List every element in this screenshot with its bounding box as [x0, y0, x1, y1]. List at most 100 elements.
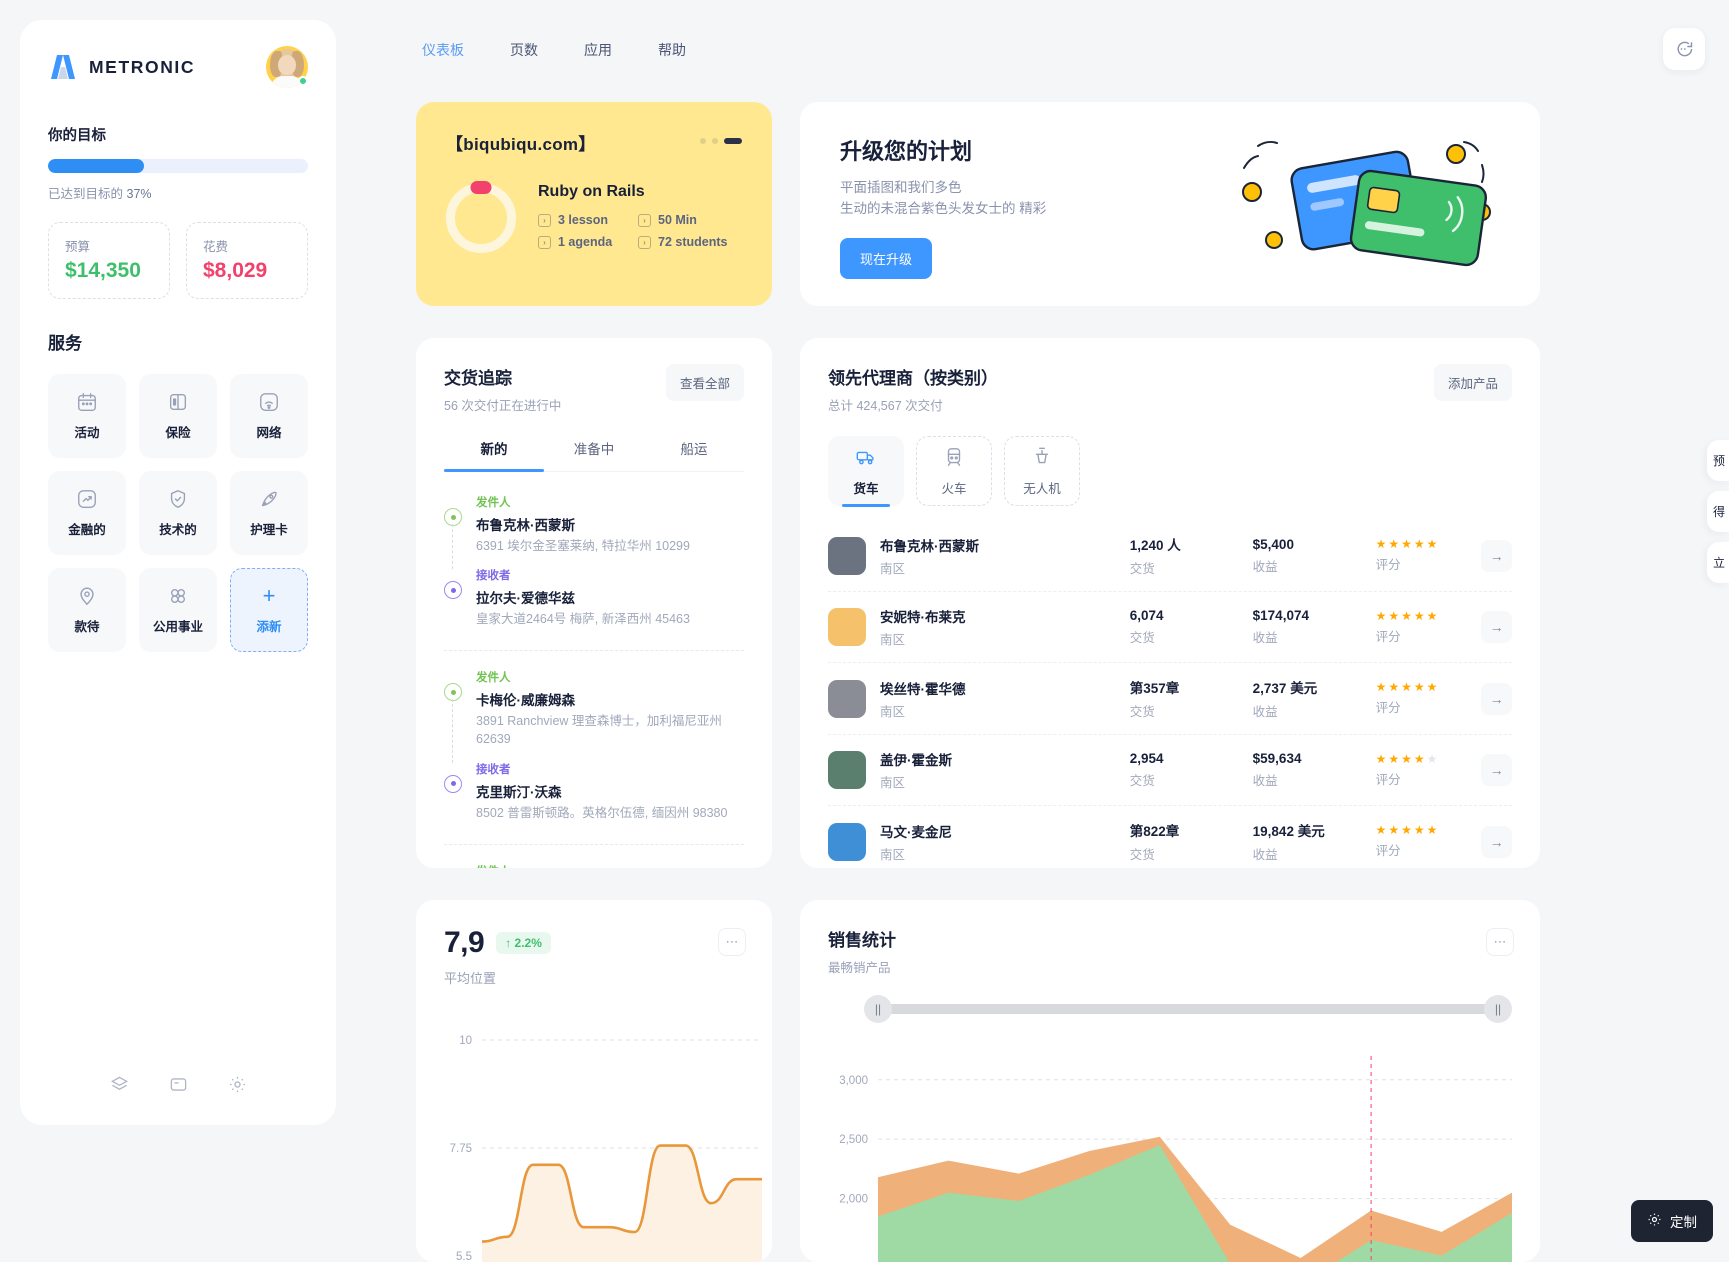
customize-button[interactable]: 定制 [1631, 1200, 1713, 1242]
chevron-right-icon: › [538, 213, 551, 227]
course-meta-3: › 72 students [638, 235, 727, 249]
agent-deliveries-value: 2,954 [1129, 751, 1164, 766]
location-pin-icon [76, 585, 98, 607]
sales-statistics-card: 销售统计 最畅销产品 ⋯ || || 3,000 2,500 2,000 [800, 900, 1540, 1262]
carousel-dots[interactable] [700, 138, 742, 144]
agents-subtitle: 总计 424,567 次交付 [828, 399, 943, 413]
upgrade-now-button[interactable]: 现在升级 [840, 237, 933, 279]
arrow-right-icon[interactable]: → [1481, 682, 1512, 715]
service-tile-8[interactable]: + 添新 [230, 568, 308, 652]
service-tile-4[interactable]: 技术的 [139, 471, 217, 555]
chat-bubble-icon[interactable] [1663, 28, 1705, 70]
customize-label: 定制 [1670, 1215, 1697, 1230]
delivery-recv-row: 接收者 拉尔夫·爱德华兹 皇家大道2464号 梅萨, 新泽西州 45463 [444, 565, 744, 638]
delivery-tab-2[interactable]: 船运 [644, 438, 744, 471]
agent-rating-caption: 评分 [1375, 844, 1401, 858]
carousel-dot-1[interactable] [700, 138, 706, 144]
dots-horizontal-icon[interactable]: ⋯ [1486, 928, 1514, 956]
brand-name: METRONIC [89, 56, 196, 77]
service-tile-7[interactable]: 公用事业 [139, 568, 217, 652]
agent-revenue-caption: 收益 [1252, 848, 1278, 862]
nav-item-3[interactable]: 帮助 [652, 36, 692, 64]
slider-handle-right[interactable]: || [1484, 995, 1512, 1023]
wallet-cards-illustration [1214, 120, 1514, 290]
chevron-right-icon: › [538, 235, 551, 249]
course-meta-label: 72 students [658, 235, 728, 249]
brand[interactable]: METRONIC [48, 53, 195, 81]
slider-track [878, 1004, 1498, 1014]
peek-item-3[interactable]: 立 [1707, 542, 1729, 583]
table-row: 马文·麦金尼 南区 第822章 交货 19,842 美元 收益 ★ ★ ★ ★ ★ 评分 → [828, 806, 1512, 877]
carousel-dot-3-active[interactable] [724, 138, 742, 144]
nav-item-0[interactable]: 仪表板 [416, 36, 470, 64]
y-axis-tick: 10 [459, 1035, 472, 1047]
goal-progress-fill [48, 159, 145, 173]
arrow-right-icon[interactable]: → [1481, 825, 1512, 858]
dots-horizontal-icon[interactable]: ⋯ [718, 928, 746, 956]
stat-spent-value: $8,029 [203, 259, 268, 282]
nav-item-2[interactable]: 应用 [578, 36, 618, 64]
agent-avatar [828, 822, 866, 861]
agent-deliveries-caption: 交货 [1129, 848, 1155, 862]
arrow-right-icon[interactable]: → [1481, 754, 1512, 786]
view-all-button[interactable]: 查看全部 [665, 364, 744, 401]
mode-label: 货车 [853, 481, 879, 496]
agent-revenue-value: 19,842 美元 [1252, 824, 1325, 839]
agent-rating-stars: ★ ★ ★ ★ ★ [1375, 608, 1438, 623]
nav-item-1[interactable]: 页数 [504, 36, 544, 64]
arrow-right-icon[interactable]: → [1481, 539, 1512, 572]
course-body: Ruby on Rails › 3 lesson › 50 Min › 1 agenda ›… [446, 181, 742, 253]
service-label: 金融的 [68, 523, 106, 537]
mode-tile-2[interactable]: 无人机 [1004, 436, 1080, 506]
carousel-dot-2[interactable] [712, 138, 718, 144]
chevron-right-icon: › [638, 213, 651, 227]
agents-table: 布鲁克林·西蒙斯 南区 1,240 人交货 $5,400 收益 ★ ★ ★ ★ ★ 评分 → 安妮特·布… [828, 520, 1512, 877]
peek-item-2[interactable]: 得 [1707, 491, 1729, 532]
notes-icon[interactable] [169, 1075, 188, 1099]
delivery-person-name: 卡梅伦·威廉姆森 [476, 693, 575, 709]
course-meta-label: 1 agenda [558, 235, 613, 249]
add-product-button[interactable]: 添加产品 [1433, 364, 1512, 401]
table-row: 埃丝特·霍华德 南区 第357章 交货 2,737 美元 收益 ★ ★ ★ ★ ★ 评分 → [828, 663, 1512, 735]
agent-revenue-value: $59,634 [1252, 751, 1302, 766]
service-tile-0[interactable]: 活动 [48, 374, 126, 458]
service-tile-3[interactable]: 金融的 [48, 471, 126, 555]
slider-handle-left[interactable]: || [864, 995, 892, 1023]
delivery-person-name: 拉尔夫·爱德华兹 [476, 591, 575, 607]
agent-deliveries-value: 第357章 [1129, 681, 1180, 696]
mode-tile-0[interactable]: 货车 [828, 436, 904, 507]
service-tile-5[interactable]: 护理卡 [230, 471, 308, 555]
arrow-right-icon[interactable]: → [1481, 611, 1512, 643]
sales-statistics-chart: 3,000 2,500 2,000 [800, 1040, 1540, 1262]
transport-mode-tabs: 货车 火车 无人机 [828, 436, 1512, 507]
service-label: 技术的 [159, 523, 197, 537]
sender-node-icon [444, 508, 462, 526]
course-title: Ruby on Rails [538, 183, 645, 200]
agent-region: 南区 [880, 633, 906, 647]
delivery-tracking-card: 交货追踪 56 次交付正在进行中 查看全部 新的 准备中 船运 发件人 布鲁克林·西蒙… [416, 338, 772, 868]
gear-icon[interactable] [228, 1075, 247, 1099]
y-axis-tick: 5.5 [456, 1251, 472, 1262]
service-tile-1[interactable]: 保险 [139, 374, 217, 458]
delivery-tab-0[interactable]: 新的 [444, 438, 544, 472]
sales-range-slider[interactable]: || || [864, 995, 1512, 1023]
course-meta-label: 50 Min [658, 213, 697, 227]
service-tile-2[interactable]: 网络 [230, 374, 308, 458]
avatar[interactable] [266, 46, 308, 88]
mode-tile-1[interactable]: 火车 [916, 436, 992, 506]
y-axis-tick: 3,000 [839, 1075, 868, 1087]
layers-icon[interactable] [110, 1075, 129, 1099]
delivery-group-0: 发件人 布鲁克林·西蒙斯 6391 埃尔金圣塞莱纳, 特拉华州 10299 接收者 拉尔… [444, 492, 744, 650]
delivery-role-label: 发件人 [476, 863, 589, 868]
agent-name: 埃丝特·霍华德 [880, 681, 966, 697]
course-meta-1: › 50 Min [638, 213, 727, 227]
grid-dots-icon [167, 585, 189, 607]
service-label: 保险 [165, 426, 191, 440]
service-tile-6[interactable]: 款待 [48, 568, 126, 652]
agent-avatar [828, 536, 866, 575]
goal-progress-label: 已达到目标的 37% [48, 183, 308, 202]
agent-rating-stars: ★ ★ ★ ★ ★ [1375, 823, 1438, 837]
peek-item-1[interactable]: 预 [1707, 440, 1729, 481]
delivery-tab-1[interactable]: 准备中 [544, 438, 644, 471]
agent-deliveries-caption: 交货 [1129, 631, 1155, 645]
